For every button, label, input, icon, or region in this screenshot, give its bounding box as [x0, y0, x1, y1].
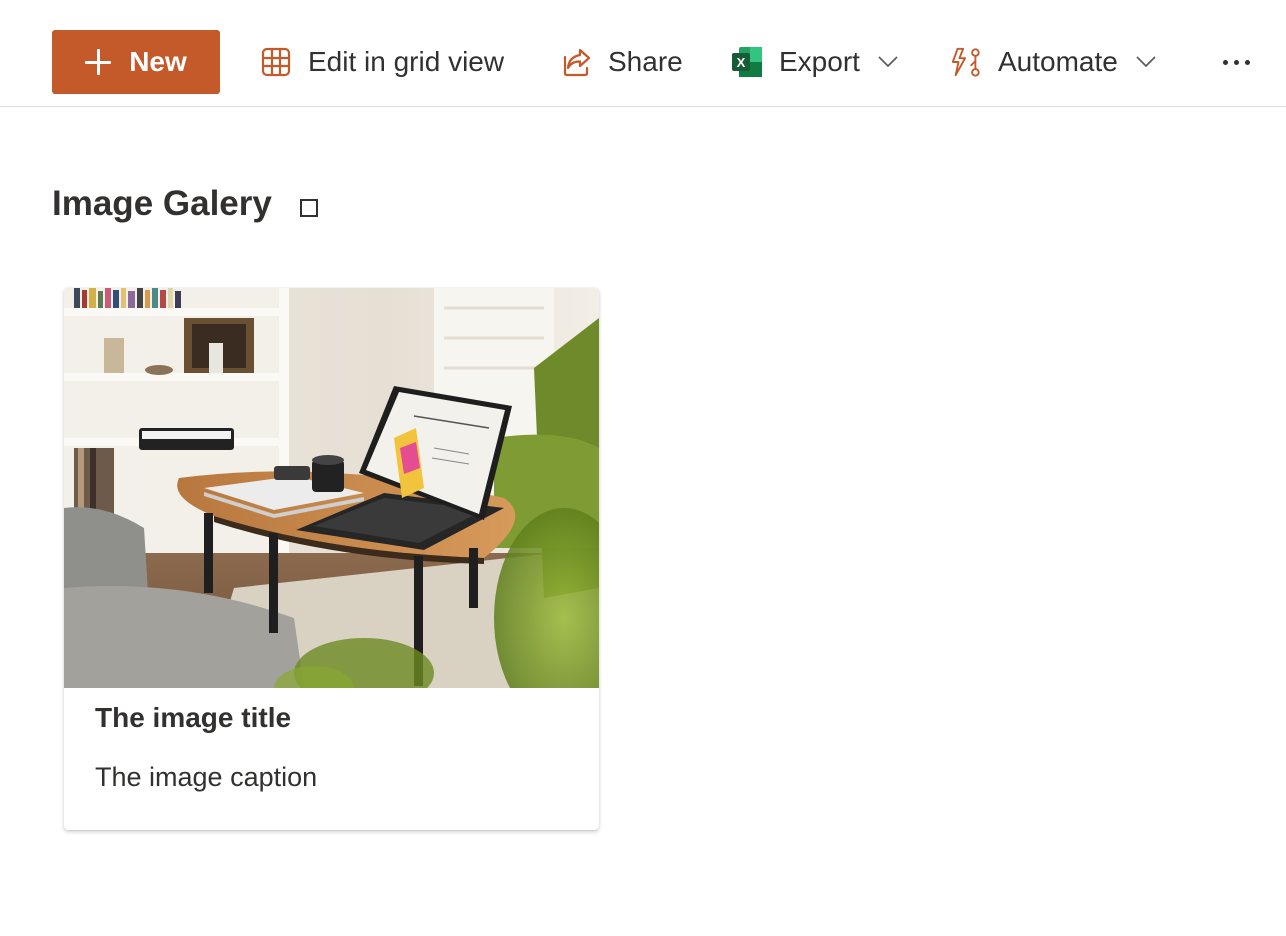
more-horizontal-icon: [1222, 59, 1250, 65]
automate-label: Automate: [998, 46, 1118, 77]
share-button[interactable]: Share: [560, 30, 683, 94]
plus-icon: [85, 49, 112, 75]
automate-button[interactable]: Automate: [950, 30, 1156, 94]
export-button[interactable]: X Export: [731, 30, 898, 94]
share-label: Share: [608, 46, 683, 77]
more-options-button[interactable]: [1216, 30, 1256, 94]
flow-icon: [950, 46, 982, 78]
new-button-label: New: [129, 46, 187, 77]
edit-in-grid-view-button[interactable]: Edit in grid view: [260, 30, 504, 94]
excel-icon: X: [731, 46, 763, 78]
chevron-down-icon[interactable]: [1136, 56, 1156, 68]
gallery-card[interactable]: The image title The image caption: [64, 288, 599, 830]
new-button[interactable]: New: [52, 30, 220, 94]
edit-in-grid-view-label: Edit in grid view: [308, 46, 505, 77]
card-title: The image title: [95, 702, 292, 733]
command-bar: New Edit in grid view Share X Export Aut…: [0, 0, 1286, 107]
card-caption: The image caption: [95, 762, 318, 792]
page-title: Image Galery: [52, 184, 272, 223]
chevron-down-icon[interactable]: [878, 56, 898, 68]
svg-text:X: X: [737, 55, 746, 70]
checkbox-square-icon[interactable]: [300, 199, 318, 217]
share-icon: [560, 46, 592, 78]
card-image: [64, 288, 599, 688]
export-label: Export: [779, 46, 860, 77]
grid-icon: [260, 46, 292, 78]
